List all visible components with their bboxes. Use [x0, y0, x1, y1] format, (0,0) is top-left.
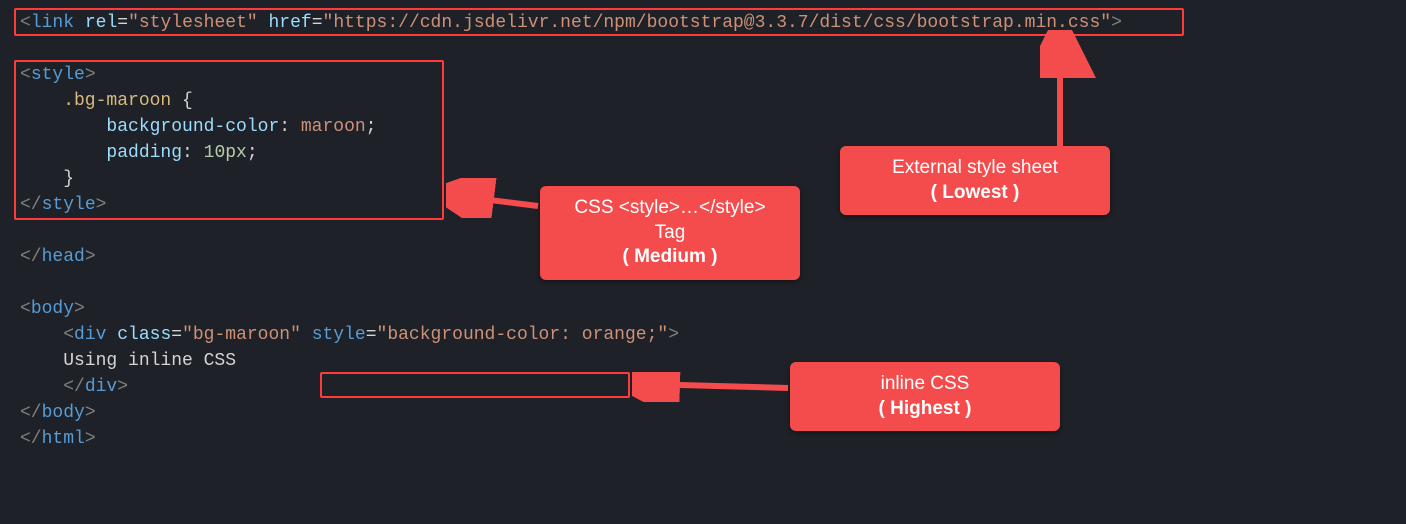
callout-sub: ( Highest ): [808, 397, 1042, 422]
code-line-padding: padding: 10px;: [0, 140, 1406, 166]
callout-title: CSS <style>…</style> Tag: [574, 197, 765, 243]
callout-title: External style sheet: [892, 157, 1058, 178]
callout-external: External style sheet ( Lowest ): [840, 146, 1110, 215]
callout-sub: ( Lowest ): [858, 181, 1092, 206]
code-line-body-close: </body>: [0, 400, 1406, 426]
code-line-div-close: </div>: [0, 374, 1406, 400]
callout-title: inline CSS: [881, 373, 970, 394]
callout-sub: ( Medium ): [558, 245, 782, 270]
code-line-html-close: </html>: [0, 426, 1406, 452]
code-line-bg: background-color: maroon;: [0, 114, 1406, 140]
code-line-div-text: Using inline CSS: [0, 348, 1406, 374]
code-line-link: <link rel="stylesheet" href="https://cdn…: [0, 10, 1406, 36]
code-line-style-open: <style>: [0, 62, 1406, 88]
callout-inline: inline CSS ( Highest ): [790, 362, 1060, 431]
code-line-div-open: <div class="bg-maroon" style="background…: [0, 322, 1406, 348]
code-line-body-open: <body>: [0, 296, 1406, 322]
code-line-selector: .bg-maroon {: [0, 88, 1406, 114]
callout-styletag: CSS <style>…</style> Tag ( Medium ): [540, 186, 800, 280]
